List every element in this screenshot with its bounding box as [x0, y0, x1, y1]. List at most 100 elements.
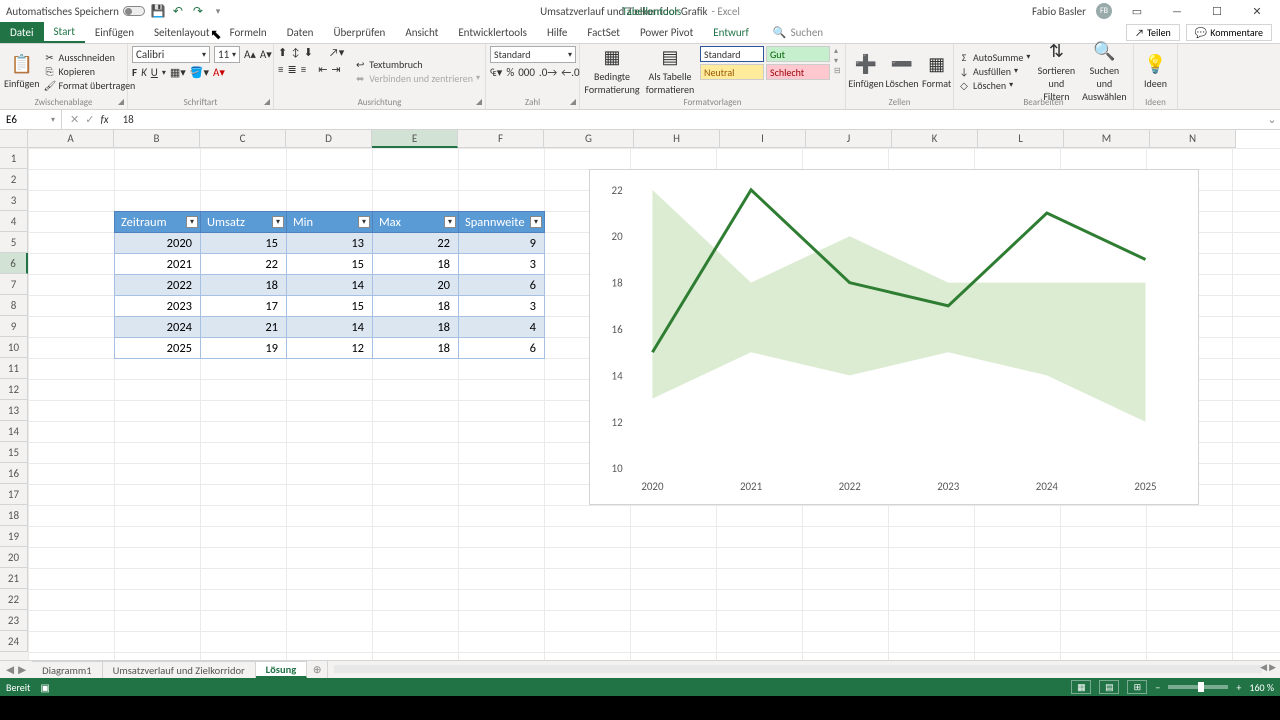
increase-decimal-icon[interactable]: .0→: [539, 66, 557, 79]
col-header-L[interactable]: L: [978, 130, 1064, 148]
formula-input[interactable]: 18: [117, 113, 1264, 126]
border-icon[interactable]: ▦▾: [170, 66, 186, 79]
col-header-A[interactable]: A: [28, 130, 114, 148]
table-cell[interactable]: 12: [287, 338, 373, 359]
table-row[interactable]: 20221814206: [115, 275, 545, 296]
row-header-24[interactable]: 24: [0, 631, 28, 652]
ribbon-display-icon[interactable]: ▭: [1122, 2, 1152, 20]
tab-einfuegen[interactable]: Einfügen: [85, 22, 144, 43]
undo-icon[interactable]: ↶: [171, 4, 185, 18]
zoom-out-icon[interactable]: −: [1155, 681, 1160, 694]
row-header-4[interactable]: 4: [0, 211, 28, 232]
fx-icon[interactable]: fx: [100, 113, 108, 126]
chart-area[interactable]: 10121416182022202020212022202320242025: [589, 169, 1199, 505]
row-header-5[interactable]: 5: [0, 232, 28, 253]
col-header-J[interactable]: J: [806, 130, 892, 148]
user-name[interactable]: Fabio Basler: [1032, 5, 1086, 18]
horizontal-scrollbar[interactable]: [327, 661, 1280, 678]
row-header-12[interactable]: 12: [0, 379, 28, 400]
expand-formula-bar-icon[interactable]: ⌄: [1264, 113, 1280, 126]
cell-style-gut[interactable]: Gut: [766, 46, 830, 62]
italic-icon[interactable]: K: [141, 66, 147, 79]
format-cells-button[interactable]: ▦Format: [922, 46, 951, 96]
table-cell[interactable]: 15: [201, 233, 287, 254]
autosave-toggle[interactable]: Automatisches Speichern: [6, 5, 145, 18]
table-cell[interactable]: 2024: [115, 317, 201, 338]
sheet-nav-prev-icon[interactable]: ◀: [6, 663, 14, 676]
table-header-umsatz[interactable]: Umsatz▾: [201, 212, 287, 233]
tab-ueberpruefen[interactable]: Überprüfen: [323, 22, 395, 43]
paste-button[interactable]: 📋 Einfügen: [4, 46, 40, 96]
number-dialog-icon[interactable]: ◢: [570, 97, 576, 107]
autosum-button[interactable]: ΣAutoSumme▾: [958, 51, 1030, 64]
maximize-icon[interactable]: ☐: [1202, 2, 1232, 20]
comma-icon[interactable]: 000: [518, 66, 535, 79]
style-gallery-up-icon[interactable]: ▴: [834, 46, 841, 56]
font-color-icon[interactable]: A▾: [213, 66, 225, 79]
table-cell[interactable]: 21: [201, 317, 287, 338]
table-cell[interactable]: 18: [373, 338, 459, 359]
table-header-max[interactable]: Max▾: [373, 212, 459, 233]
table-cell[interactable]: 2025: [115, 338, 201, 359]
zoom-percent[interactable]: 160 %: [1249, 681, 1274, 694]
save-icon[interactable]: 💾: [151, 4, 165, 18]
col-header-M[interactable]: M: [1064, 130, 1150, 148]
table-cell[interactable]: 14: [287, 317, 373, 338]
table-cell[interactable]: 18: [373, 317, 459, 338]
normal-view-icon[interactable]: ▦: [1071, 680, 1091, 694]
orientation-icon[interactable]: ↗▾: [329, 46, 344, 59]
table-cell[interactable]: 4: [459, 317, 545, 338]
table-row[interactable]: 20212215183: [115, 254, 545, 275]
cancel-entry-icon[interactable]: ✕: [70, 113, 79, 126]
style-gallery-down-icon[interactable]: ▾: [834, 56, 841, 66]
fill-button[interactable]: ↓Ausfüllen▾: [958, 65, 1030, 78]
col-header-K[interactable]: K: [892, 130, 978, 148]
data-table[interactable]: Zeitraum▾Umsatz▾Min▾Max▾Spannweite▾ 2020…: [114, 211, 545, 359]
col-header-E[interactable]: E: [372, 130, 458, 148]
table-cell[interactable]: 20: [373, 275, 459, 296]
format-painter-button[interactable]: 🖌Format übertragen: [44, 79, 136, 92]
select-all-corner[interactable]: [0, 130, 28, 148]
row-header-22[interactable]: 22: [0, 589, 28, 610]
currency-icon[interactable]: ₠▾: [490, 66, 502, 79]
indent-decrease-icon[interactable]: ⇤: [318, 63, 327, 76]
table-row[interactable]: 20201513229: [115, 233, 545, 254]
align-left-icon[interactable]: ≡: [278, 63, 283, 76]
fill-color-icon[interactable]: 🪣▾: [190, 66, 209, 79]
table-cell[interactable]: 2021: [115, 254, 201, 275]
table-header-spannweite[interactable]: Spannweite▾: [459, 212, 545, 233]
table-header-zeitraum[interactable]: Zeitraum▾: [115, 212, 201, 233]
macro-record-icon[interactable]: ▣: [40, 681, 49, 694]
row-header-7[interactable]: 7: [0, 274, 28, 295]
tell-me-search[interactable]: 🔍 Suchen: [773, 22, 823, 43]
table-header-min[interactable]: Min▾: [287, 212, 373, 233]
table-cell[interactable]: 6: [459, 338, 545, 359]
row-header-13[interactable]: 13: [0, 400, 28, 421]
tab-powerpivot[interactable]: Power Pivot: [630, 22, 703, 43]
table-row[interactable]: 20251912186: [115, 338, 545, 359]
page-layout-view-icon[interactable]: ▤: [1099, 680, 1119, 694]
zoom-slider[interactable]: [1168, 685, 1228, 689]
filter-icon[interactable]: ▾: [444, 216, 456, 228]
row-header-11[interactable]: 11: [0, 358, 28, 379]
filter-icon[interactable]: ▾: [186, 216, 198, 228]
row-header-1[interactable]: 1: [0, 148, 28, 169]
table-cell[interactable]: 22: [373, 233, 459, 254]
row-header-3[interactable]: 3: [0, 190, 28, 211]
tab-start[interactable]: Start: [44, 22, 85, 43]
page-break-view-icon[interactable]: ⊞: [1127, 680, 1147, 694]
format-as-table-button[interactable]: ▤ Als Tabelle formatieren: [644, 46, 696, 96]
comments-button[interactable]: 💬Kommentare: [1186, 24, 1272, 41]
table-cell[interactable]: 2022: [115, 275, 201, 296]
table-cell[interactable]: 15: [287, 254, 373, 275]
indent-increase-icon[interactable]: ⇥: [331, 63, 340, 76]
table-cell[interactable]: 19: [201, 338, 287, 359]
row-header-6[interactable]: 6: [0, 253, 28, 274]
cell-style-schlecht[interactable]: Schlecht: [766, 64, 830, 80]
table-row[interactable]: 20231715183: [115, 296, 545, 317]
row-header-8[interactable]: 8: [0, 295, 28, 316]
table-cell[interactable]: 17: [201, 296, 287, 317]
delete-cells-button[interactable]: ➖Löschen: [886, 46, 918, 96]
align-middle-icon[interactable]: ↕: [291, 46, 300, 59]
tab-daten[interactable]: Daten: [277, 22, 324, 43]
